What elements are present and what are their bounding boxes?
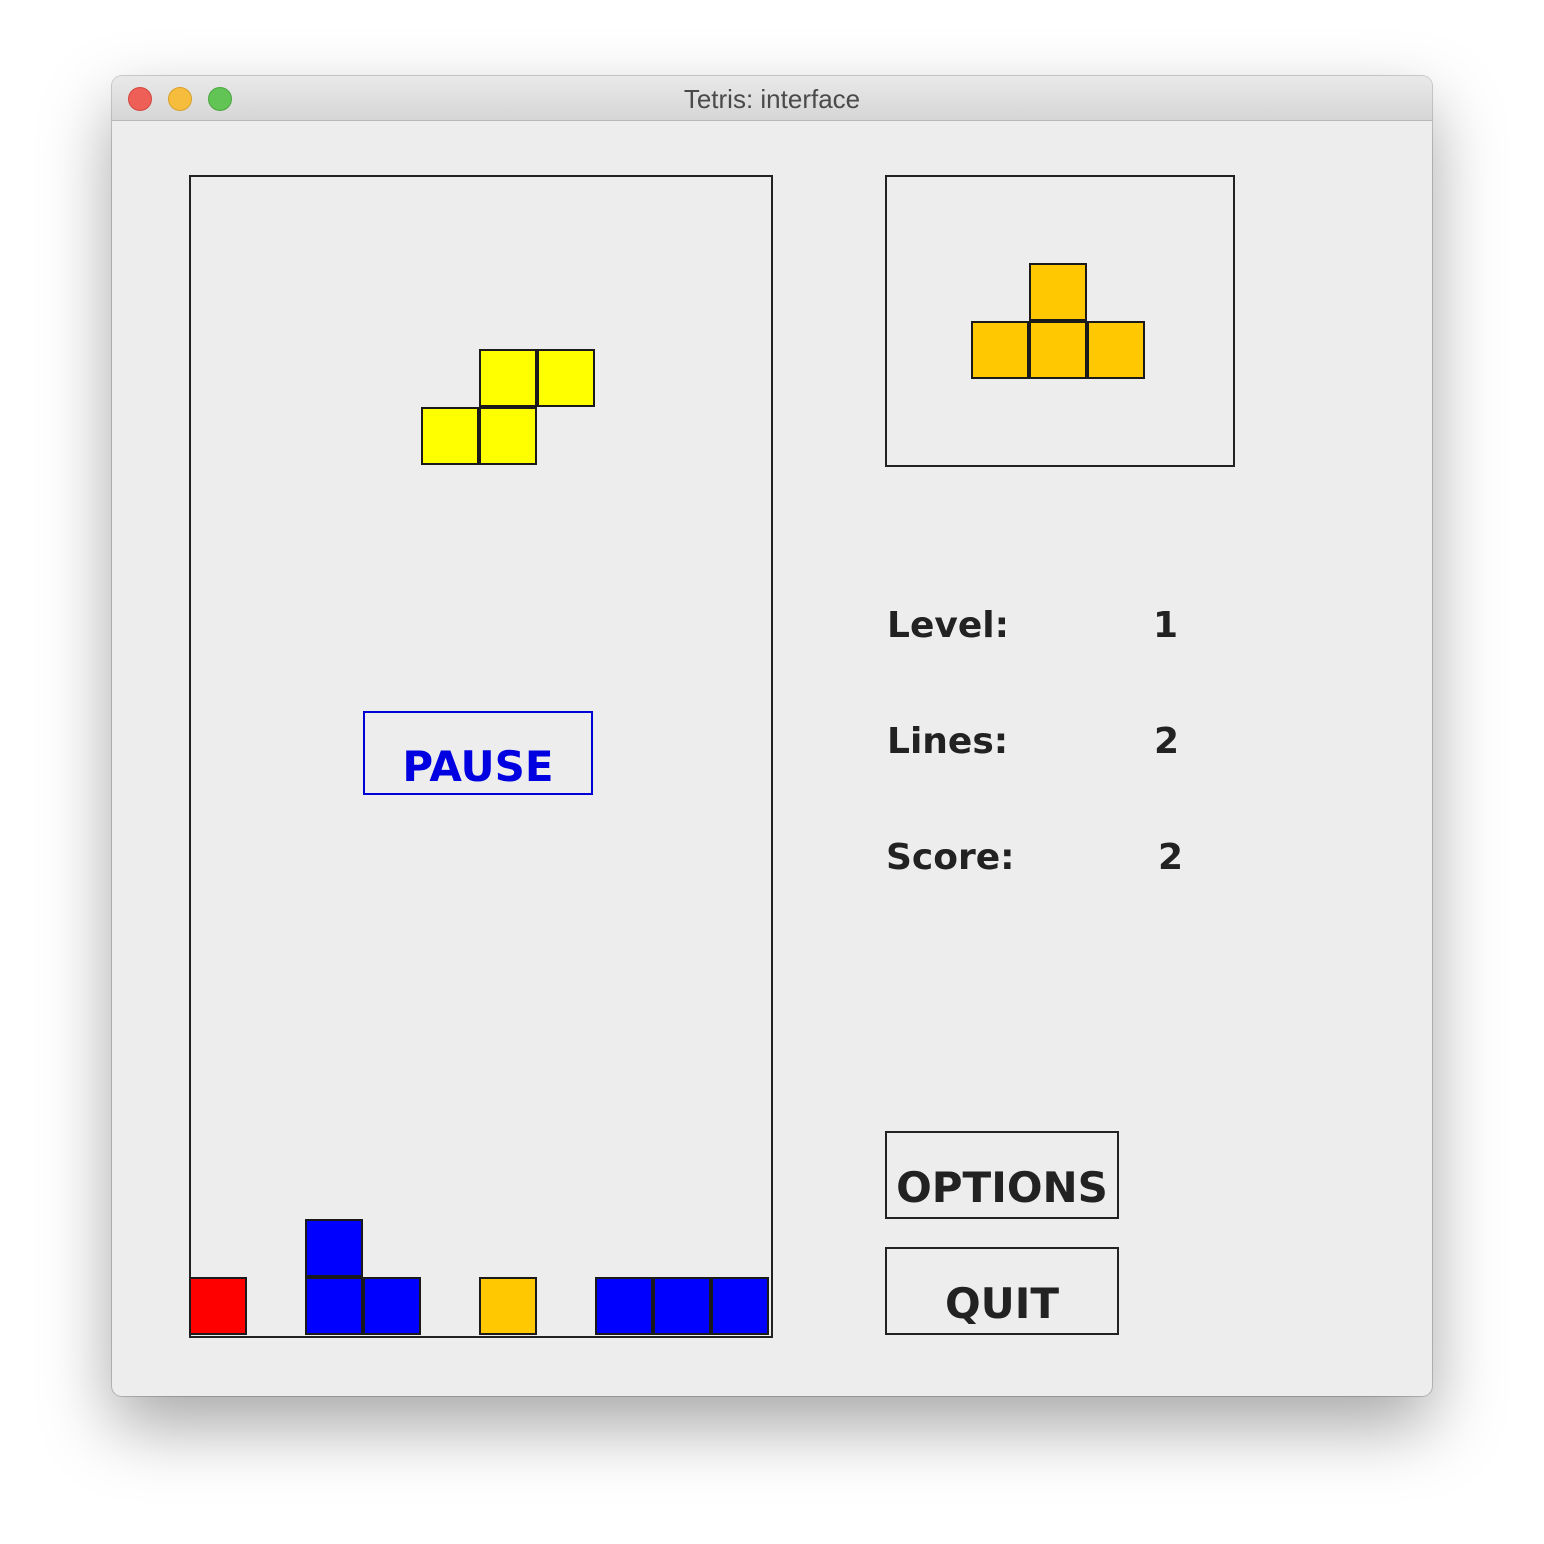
window-title: Tetris: interface bbox=[683, 84, 861, 114]
next-piece-block bbox=[971, 321, 1029, 379]
title-bar: Tetris: interface bbox=[112, 76, 1432, 121]
settled-block-blue bbox=[363, 1277, 421, 1335]
score-value: 2 bbox=[1158, 837, 1184, 878]
settled-block-blue bbox=[595, 1277, 653, 1335]
settled-block-red bbox=[189, 1277, 247, 1335]
lines-value: 2 bbox=[1154, 721, 1180, 762]
pause-indicator[interactable]: PAUSE bbox=[363, 711, 593, 795]
falling-piece-block bbox=[537, 349, 595, 407]
lines-label: Lines: bbox=[887, 721, 1009, 762]
next-piece-block bbox=[1087, 321, 1145, 379]
settled-block-blue bbox=[305, 1219, 363, 1277]
score-label: Score: bbox=[886, 837, 1015, 878]
level-label: Level: bbox=[887, 605, 1009, 646]
next-piece-block bbox=[1029, 321, 1087, 379]
settled-block-blue bbox=[711, 1277, 769, 1335]
falling-piece-block bbox=[479, 407, 537, 465]
falling-piece-block bbox=[479, 349, 537, 407]
falling-piece-block bbox=[421, 407, 479, 465]
settled-block-blue bbox=[653, 1277, 711, 1335]
next-piece-block bbox=[1029, 263, 1087, 321]
options-button[interactable]: OPTIONS bbox=[885, 1131, 1119, 1219]
settled-block-blue bbox=[305, 1277, 363, 1335]
tetris-window: Tetris: interface PAUSE Level: 1 Lines: … bbox=[112, 76, 1432, 1396]
settled-block-orange bbox=[479, 1277, 537, 1335]
quit-button[interactable]: QUIT bbox=[885, 1247, 1119, 1335]
level-value: 1 bbox=[1153, 605, 1179, 646]
